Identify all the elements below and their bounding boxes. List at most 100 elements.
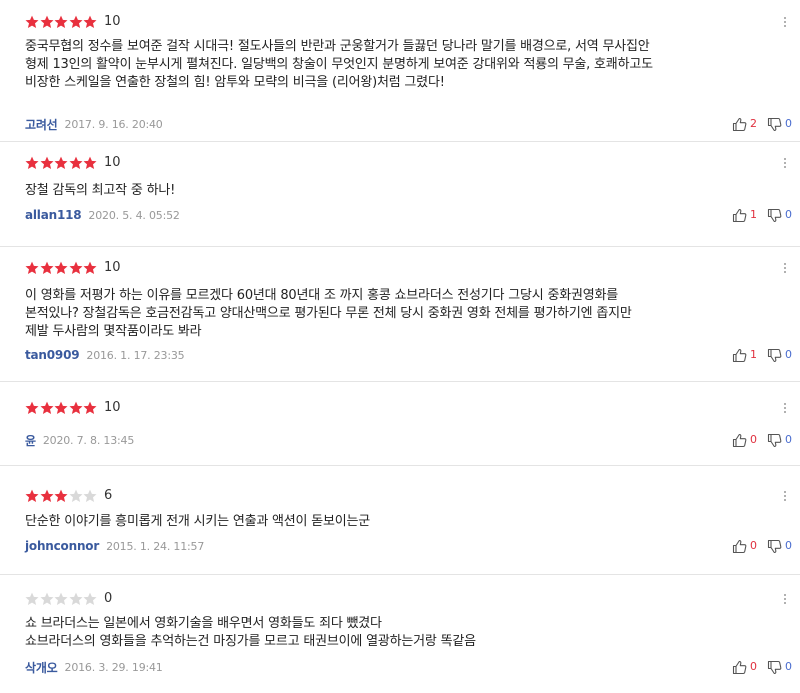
rating: 6	[25, 486, 112, 506]
star-empty-icon	[25, 592, 39, 605]
star-filled-icon	[40, 489, 54, 502]
vote-group: 10	[732, 346, 792, 364]
star-filled-icon	[25, 15, 39, 28]
review-date: 2020. 7. 8. 13:45	[42, 433, 135, 447]
star-filled-icon	[54, 489, 68, 502]
dislike-count: 0	[785, 208, 792, 221]
rating-score: 10	[103, 400, 121, 415]
dislike-count: 0	[785, 117, 792, 130]
vote-group: 00	[732, 431, 792, 449]
star-rating	[25, 401, 98, 415]
rating-score: 0	[103, 591, 113, 606]
rating-score: 6	[103, 488, 113, 503]
review-text: 쇼 브라더스는 일본에서 영화기술을 배우면서 영화들도 죄다 뺐겼다쇼브라더스…	[25, 615, 765, 651]
rating: 10	[25, 153, 121, 173]
star-filled-icon	[25, 401, 39, 414]
thumbs-up-icon	[732, 117, 747, 131]
dislike-button[interactable]: 0	[767, 433, 792, 448]
like-count: 1	[750, 208, 757, 221]
review-text-line: 이 영화를 저평가 하는 이유를 모르겠다 60년대 80년대 조 까지 홍콩 …	[25, 288, 619, 303]
rating-score: 10	[103, 260, 121, 275]
review-item: 0 쇼 브라더스는 일본에서 영화기술을 배우면서 영화들도 죄다 뺐겼다쇼브라더…	[0, 589, 800, 693]
like-button[interactable]: 1	[732, 208, 757, 223]
more-options-button[interactable]	[778, 12, 792, 32]
star-rating	[25, 489, 98, 503]
star-filled-icon	[83, 156, 97, 169]
review-text-line: 제발 두사람의 몇작품이라도 봐라	[25, 324, 202, 339]
review-meta: allan118 2020. 5. 4. 05:52	[25, 207, 180, 223]
more-vertical-icon	[784, 15, 786, 28]
vote-group: 00	[732, 658, 792, 676]
rating: 10	[25, 258, 121, 278]
vote-group: 10	[732, 206, 792, 224]
thumbs-up-icon	[732, 660, 747, 674]
review-text-line: 쇼 브라더스는 일본에서 영화기술을 배우면서 영화들도 죄다 뺐겼다	[25, 616, 382, 631]
dislike-button[interactable]: 0	[767, 348, 792, 363]
more-options-button[interactable]	[778, 258, 792, 278]
vote-group: 20	[732, 115, 792, 133]
star-rating	[25, 15, 98, 29]
star-filled-icon	[69, 261, 83, 274]
thumbs-down-icon	[767, 348, 782, 362]
star-filled-icon	[83, 261, 97, 274]
thumbs-down-icon	[767, 117, 782, 131]
thumbs-up-icon	[732, 208, 747, 222]
star-filled-icon	[69, 15, 83, 28]
star-filled-icon	[40, 401, 54, 414]
like-button[interactable]: 0	[732, 433, 757, 448]
review-meta: 삭개오 2016. 3. 29. 19:41	[25, 659, 163, 675]
more-vertical-icon	[784, 592, 786, 605]
author-name[interactable]: tan0909	[25, 348, 80, 362]
rating-score: 10	[103, 14, 121, 29]
more-options-button[interactable]	[778, 589, 792, 609]
author-name[interactable]: 삭개오	[25, 659, 58, 676]
author-name[interactable]: 고려선	[25, 116, 58, 133]
dislike-button[interactable]: 0	[767, 117, 792, 132]
dislike-count: 0	[785, 660, 792, 673]
more-vertical-icon	[784, 489, 786, 502]
star-filled-icon	[69, 156, 83, 169]
dislike-button[interactable]: 0	[767, 539, 792, 554]
author-name[interactable]: 윤	[25, 432, 36, 449]
star-rating	[25, 156, 98, 170]
star-filled-icon	[54, 261, 68, 274]
like-button[interactable]: 0	[732, 660, 757, 675]
more-vertical-icon	[784, 261, 786, 274]
star-empty-icon	[69, 592, 83, 605]
like-button[interactable]: 2	[732, 117, 757, 132]
more-options-button[interactable]	[778, 398, 792, 418]
thumbs-up-icon	[732, 539, 747, 553]
review-date: 2016. 1. 17. 23:35	[86, 348, 185, 362]
review-text-line: 비장한 스케일을 연출한 장철의 힘! 암투와 모략의 비극을 (리어왕)처럼 …	[25, 75, 445, 90]
star-filled-icon	[25, 156, 39, 169]
review-date: 2016. 3. 29. 19:41	[64, 660, 163, 674]
star-filled-icon	[40, 15, 54, 28]
thumbs-up-icon	[732, 348, 747, 362]
star-filled-icon	[40, 156, 54, 169]
author-name[interactable]: johnconnor	[25, 539, 99, 553]
like-button[interactable]: 1	[732, 348, 757, 363]
review-text: 장철 감독의 최고작 중 하나!	[25, 182, 765, 200]
thumbs-down-icon	[767, 539, 782, 553]
thumbs-down-icon	[767, 660, 782, 674]
author-name[interactable]: allan118	[25, 208, 82, 222]
more-options-button[interactable]	[778, 153, 792, 173]
star-filled-icon	[54, 156, 68, 169]
like-count: 0	[750, 433, 757, 446]
dislike-button[interactable]: 0	[767, 208, 792, 223]
more-vertical-icon	[784, 156, 786, 169]
star-filled-icon	[54, 401, 68, 414]
like-count: 0	[750, 539, 757, 552]
star-empty-icon	[54, 592, 68, 605]
review-text-line: 쇼브라더스의 영화들을 추억하는건 마징가를 모르고 태권브이에 열광하는거랑 …	[25, 634, 476, 649]
more-vertical-icon	[784, 401, 786, 414]
vote-group: 00	[732, 537, 792, 555]
review-text: 중국무협의 정수를 보여준 걸작 시대극! 절도사들의 반란과 군웅할거가 들끓…	[25, 38, 765, 92]
star-empty-icon	[83, 489, 97, 502]
thumbs-up-icon	[732, 433, 747, 447]
like-button[interactable]: 0	[732, 539, 757, 554]
dislike-button[interactable]: 0	[767, 660, 792, 675]
more-options-button[interactable]	[778, 486, 792, 506]
review-text-line: 형제 13인의 활약이 눈부시게 펼쳐진다. 일당백의 창술이 무엇인지 분명하…	[25, 57, 653, 72]
dislike-count: 0	[785, 539, 792, 552]
